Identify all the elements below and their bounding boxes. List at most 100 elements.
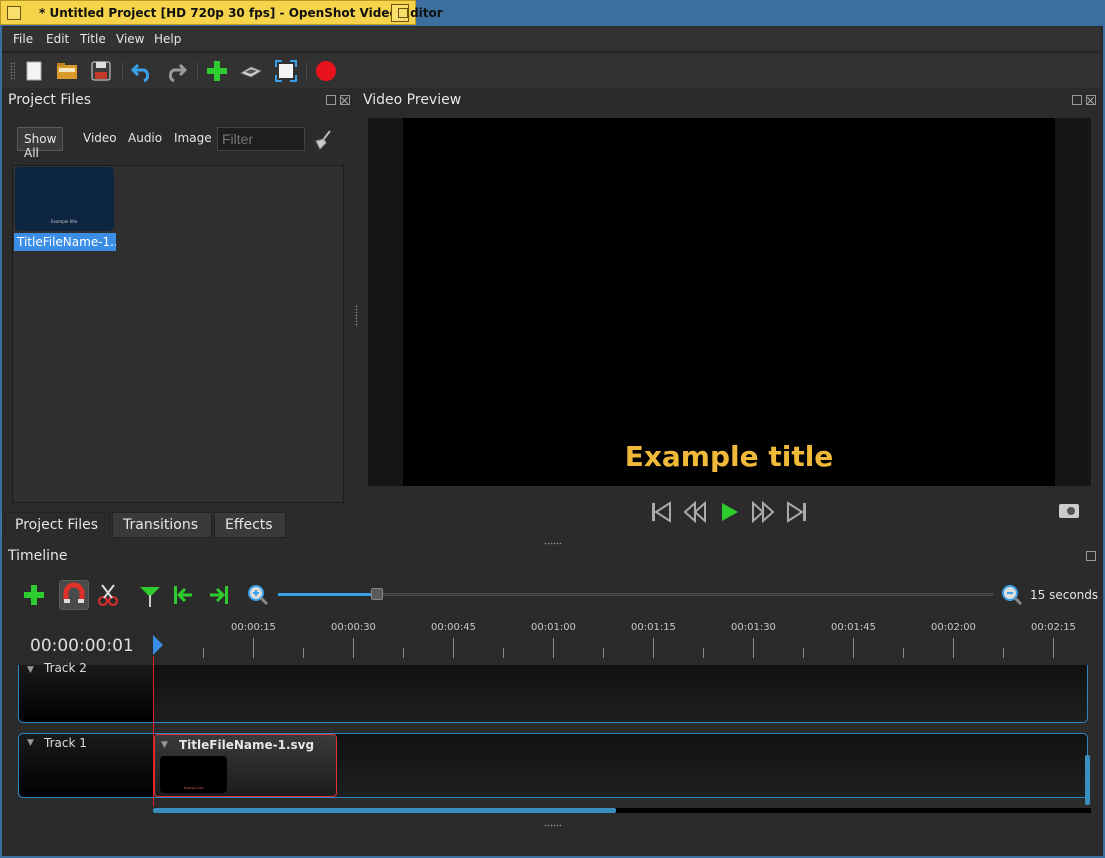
ruler-tick xyxy=(853,638,854,658)
redo-icon[interactable] xyxy=(164,59,188,83)
ruler-tick xyxy=(1053,638,1054,658)
menu-file[interactable]: File xyxy=(13,32,33,46)
window-title: * Untitled Project [HD 720p 30 fps] - Op… xyxy=(39,6,443,20)
clip-menu-icon[interactable]: ▼ xyxy=(161,740,168,750)
tab-transitions[interactable]: Transitions xyxy=(112,512,212,538)
export-video-icon[interactable] xyxy=(314,59,338,83)
toolbar-separator xyxy=(197,62,198,80)
preview-overlay-title: Example title xyxy=(624,440,834,473)
clip-thumbnail-text: Example title xyxy=(184,786,204,790)
maximize-icon[interactable] xyxy=(391,4,409,22)
ruler-tick-label: 00:00:45 xyxy=(431,622,476,633)
ruler-tick-label: 00:00:30 xyxy=(331,622,376,633)
bottom-splitter[interactable] xyxy=(544,824,562,827)
ruler-tick xyxy=(1003,648,1004,658)
ruler-tick xyxy=(703,648,704,658)
timeline-title: Timeline xyxy=(8,548,68,564)
menu-help[interactable]: Help xyxy=(154,32,181,46)
ruler-tick xyxy=(553,638,554,658)
clear-filter-icon[interactable] xyxy=(312,129,334,151)
thumbnail-text: Example title xyxy=(51,219,78,224)
timeline-clip[interactable]: ▼ TitleFileName-1.svg Example title xyxy=(154,734,337,797)
ruler-tick xyxy=(753,638,754,658)
fast-forward-icon[interactable] xyxy=(750,499,776,525)
save-project-icon[interactable] xyxy=(89,59,113,83)
zoom-slider-track[interactable] xyxy=(278,593,993,596)
toolbar-separator xyxy=(306,62,307,80)
window-title-tab[interactable]: * Untitled Project [HD 720p 30 fps] - Op… xyxy=(0,0,443,25)
clip-name: TitleFileName-1.svg xyxy=(179,738,315,752)
panel-splitter[interactable] xyxy=(355,305,358,327)
track-collapse-icon[interactable]: ▼ xyxy=(27,665,34,675)
jump-start-icon[interactable] xyxy=(648,499,674,525)
play-icon[interactable] xyxy=(716,499,742,525)
ruler-tick xyxy=(603,648,604,658)
zoom-slider-handle[interactable] xyxy=(371,588,383,600)
jump-end-icon[interactable] xyxy=(784,499,810,525)
filter-show-all[interactable]: Show All xyxy=(17,127,64,160)
screenshot-icon[interactable] xyxy=(1057,499,1081,523)
ruler-tick xyxy=(903,648,904,658)
main-splitter[interactable] xyxy=(544,542,562,545)
snapping-icon[interactable] xyxy=(60,581,88,609)
import-files-icon[interactable] xyxy=(205,59,229,83)
zoom-slider-fill xyxy=(278,593,376,596)
profile-icon[interactable] xyxy=(239,59,263,83)
file-thumbnail[interactable]: Example title xyxy=(15,167,114,231)
new-project-icon[interactable] xyxy=(22,59,46,83)
close-icon[interactable] xyxy=(1086,95,1096,105)
main-toolbar xyxy=(2,54,1100,88)
rewind-icon[interactable] xyxy=(682,499,708,525)
toolbar-grip[interactable] xyxy=(10,62,15,80)
float-icon[interactable] xyxy=(1072,95,1082,105)
toolbar-separator xyxy=(122,62,123,80)
ruler-tick xyxy=(353,638,354,658)
menu-view[interactable]: View xyxy=(116,32,144,46)
ruler-tick xyxy=(503,648,504,658)
tab-effects[interactable]: Effects xyxy=(214,512,286,538)
ruler-tick xyxy=(653,638,654,658)
current-timecode: 00:00:00:01 xyxy=(30,636,134,656)
filter-video[interactable]: Video xyxy=(77,127,123,151)
close-icon[interactable] xyxy=(340,95,350,105)
zoom-in-icon[interactable] xyxy=(244,581,272,609)
add-marker-icon[interactable] xyxy=(136,581,164,609)
float-icon[interactable] xyxy=(326,95,336,105)
project-files-title: Project Files xyxy=(8,92,92,108)
video-frame xyxy=(403,118,1055,486)
menu-edit[interactable]: Edit xyxy=(46,32,69,46)
os-titlebar: * Untitled Project [HD 720p 30 fps] - Op… xyxy=(0,0,1105,26)
track-2[interactable]: ▼ Track 2 xyxy=(18,661,1088,723)
ruler-tick xyxy=(803,648,804,658)
previous-marker-icon[interactable] xyxy=(170,581,198,609)
window-menu-icon[interactable] xyxy=(7,6,21,20)
open-project-icon[interactable] xyxy=(55,59,79,83)
filter-input[interactable] xyxy=(217,127,305,151)
video-preview-title: Video Preview xyxy=(363,92,462,108)
playhead-line xyxy=(153,656,154,806)
menu-title[interactable]: Title xyxy=(80,32,106,46)
undo-icon[interactable] xyxy=(130,59,154,83)
filter-audio[interactable]: Audio xyxy=(122,127,168,151)
track-collapse-icon[interactable]: ▼ xyxy=(27,738,34,748)
timeline-vscroll-thumb[interactable] xyxy=(1085,755,1090,805)
ruler-tick-label: 00:01:15 xyxy=(631,622,676,633)
filter-image[interactable]: Image xyxy=(168,127,218,151)
tab-project-files[interactable]: Project Files xyxy=(4,512,110,538)
track-name: Track 2 xyxy=(44,661,87,675)
zoom-out-icon[interactable] xyxy=(998,581,1026,609)
ruler-tick xyxy=(303,648,304,658)
file-label[interactable]: TitleFileName-1.... xyxy=(14,233,116,251)
timeline-hscroll-thumb[interactable] xyxy=(153,808,616,813)
razor-icon[interactable] xyxy=(94,581,122,609)
menu-bar: File Edit Title View Help xyxy=(2,27,1100,52)
next-marker-icon[interactable] xyxy=(204,581,232,609)
add-track-icon[interactable] xyxy=(20,581,48,609)
fullscreen-icon[interactable] xyxy=(274,59,298,83)
track-name: Track 1 xyxy=(44,736,87,750)
ruler-tick-label: 00:02:00 xyxy=(931,622,976,633)
clip-thumbnail: Example title xyxy=(160,756,227,793)
float-icon[interactable] xyxy=(1086,551,1096,561)
playhead-handle[interactable] xyxy=(151,633,165,657)
zoom-label: 15 seconds xyxy=(1030,588,1099,602)
